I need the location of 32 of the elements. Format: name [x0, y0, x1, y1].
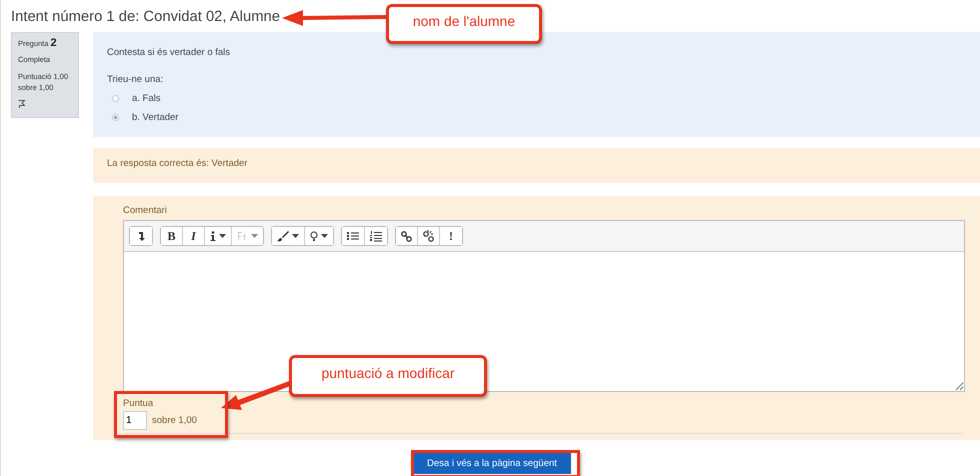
unlink-icon — [423, 230, 434, 242]
caret-icon — [251, 234, 258, 238]
grade-max: sobre 1,00 — [152, 415, 197, 426]
toolbar-button[interactable] — [272, 227, 305, 245]
caret-icon — [321, 234, 328, 238]
caret-icon — [292, 234, 299, 238]
toolbar-button[interactable] — [342, 227, 365, 245]
toolbar-button[interactable]: B — [161, 227, 183, 245]
annotation-callout: puntuació a modificar — [289, 355, 487, 397]
correct-answer-text: La resposta correcta és: Vertader — [93, 148, 980, 183]
option-label: a. Fals — [132, 93, 161, 104]
question-text: Contesta si és vertader o fals — [107, 47, 232, 58]
info-icon — [210, 231, 216, 241]
caret-icon — [219, 234, 226, 238]
grade-input[interactable]: 1 — [123, 411, 147, 430]
grade-label: Puntua — [123, 398, 154, 409]
radio-button[interactable] — [112, 114, 119, 121]
link-icon — [401, 230, 412, 242]
answer-prompt: Trieu-ne una: — [107, 74, 164, 85]
attempt-title: Intent número 1 de: Convidat 02, Alumne — [11, 8, 280, 27]
annotation-callout: nom de l'alumne — [386, 4, 542, 44]
font-icon — [237, 231, 248, 241]
numbered-list-icon — [370, 230, 382, 242]
toolbar-button[interactable] — [396, 227, 418, 245]
lightbulb-icon — [310, 230, 318, 242]
brush-icon — [277, 230, 289, 242]
option-label: b. Vertader — [132, 112, 178, 123]
question-number: 2 — [50, 37, 57, 49]
comment-label: Comentari — [123, 205, 168, 216]
radio-button[interactable] — [112, 95, 119, 102]
bullet-list-icon — [347, 231, 359, 241]
indent-icon — [136, 231, 146, 241]
